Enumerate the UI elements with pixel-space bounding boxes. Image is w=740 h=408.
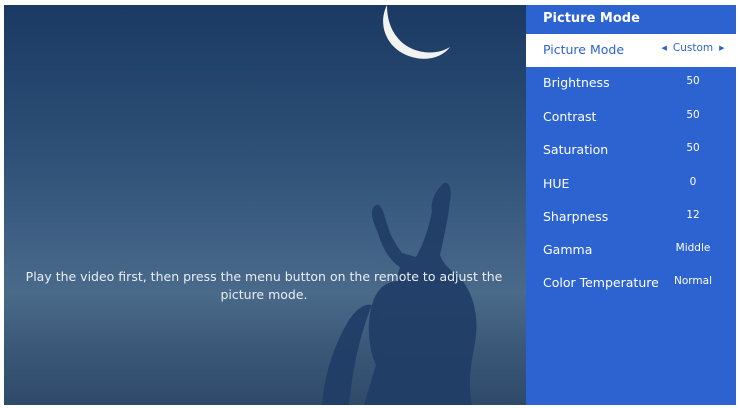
video-area[interactable]: Play the video first, then press the men… bbox=[4, 5, 526, 405]
menu-item-label: Brightness bbox=[543, 75, 610, 90]
menu-item-label: Gamma bbox=[543, 242, 593, 257]
menu-item-brightness[interactable]: Brightness 50 bbox=[526, 67, 736, 100]
menu-item-label: HUE bbox=[543, 176, 570, 191]
menu-item-label: Color Temperature bbox=[543, 275, 659, 290]
menu-item-contrast[interactable]: Contrast 50 bbox=[526, 101, 736, 134]
menu-item-label: Contrast bbox=[543, 109, 597, 124]
menu-item-value: Normal bbox=[674, 275, 712, 287]
menu-item-saturation[interactable]: Saturation 50 bbox=[526, 134, 736, 167]
moon-icon bbox=[383, 5, 450, 59]
menu-item-value: 0 bbox=[689, 176, 697, 188]
menu-item-value: 50 bbox=[686, 109, 700, 121]
menu-item-value: ◀ Custom ▶ bbox=[654, 42, 732, 54]
menu-item-value: 50 bbox=[686, 142, 700, 154]
arrow-left-icon[interactable]: ◀ bbox=[661, 44, 666, 52]
instruction-text: Play the video first, then press the men… bbox=[25, 269, 503, 302]
tv-screen: Play the video first, then press the men… bbox=[4, 5, 736, 405]
menu-item-value: 12 bbox=[686, 209, 700, 221]
menu-item-color-temperature[interactable]: Color Temperature Normal bbox=[526, 267, 736, 300]
menu-item-label: Picture Mode bbox=[543, 42, 625, 57]
arrow-right-icon[interactable]: ▶ bbox=[719, 44, 724, 52]
menu-item-value: 50 bbox=[686, 75, 700, 87]
menu-title: Picture Mode bbox=[543, 11, 640, 26]
menu-item-hue[interactable]: HUE 0 bbox=[526, 168, 736, 201]
menu-item-label: Sharpness bbox=[543, 209, 609, 224]
menu-item-picture-mode[interactable]: Picture Mode ◀ Custom ▶ bbox=[526, 34, 736, 67]
menu-item-sharpness[interactable]: Sharpness 12 bbox=[526, 201, 736, 234]
picture-mode-menu: Picture Mode Picture Mode ◀ Custom ▶ Brigh… bbox=[526, 5, 736, 405]
menu-item-gamma[interactable]: Gamma Middle bbox=[526, 234, 736, 267]
picture-mode-value: Custom bbox=[672, 42, 714, 54]
background-scene-illustration bbox=[322, 5, 477, 405]
menu-item-label: Saturation bbox=[543, 142, 609, 157]
menu-item-value: Middle bbox=[675, 242, 711, 254]
